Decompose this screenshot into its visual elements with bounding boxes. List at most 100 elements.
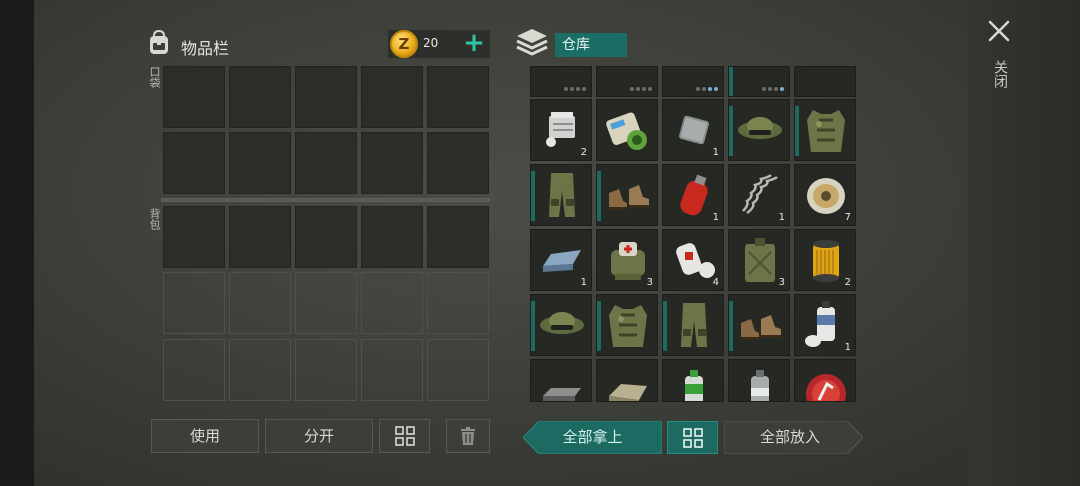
pocket-slot[interactable]: [427, 132, 489, 194]
storage-slot[interactable]: [662, 294, 724, 356]
put-all-button[interactable]: 全部放入: [724, 421, 856, 454]
storage-slot[interactable]: [596, 294, 658, 356]
backpack-slot[interactable]: [427, 206, 489, 268]
trash-button[interactable]: [446, 419, 490, 453]
use-button[interactable]: 使用: [151, 419, 259, 453]
item-quantity: 3: [778, 277, 785, 288]
backpack-slot[interactable]: [229, 272, 291, 334]
equipped-indicator: [729, 301, 733, 351]
pocket-slot[interactable]: [163, 66, 225, 128]
item-quantity: 1: [844, 342, 851, 353]
storage-slot[interactable]: 7: [794, 164, 856, 226]
storage-slot[interactable]: [530, 164, 592, 226]
filter-icon: [813, 240, 839, 282]
storage-slot[interactable]: [794, 66, 856, 97]
storage-slot[interactable]: 2: [530, 99, 592, 161]
item-quantity: 4: [712, 277, 719, 288]
backpack-slot[interactable]: [427, 339, 489, 401]
storage-slot[interactable]: [728, 359, 790, 402]
cloth-icon: [609, 384, 647, 401]
item-quantity: 1: [712, 212, 719, 223]
storage-slot[interactable]: [794, 99, 856, 161]
pocket-slot[interactable]: [361, 66, 423, 128]
sort-storage-button[interactable]: [667, 421, 718, 454]
camo-vest-icon: [807, 110, 845, 152]
storage-title[interactable]: 仓库: [555, 33, 627, 57]
backpack-slot[interactable]: [361, 206, 423, 268]
storage-slot[interactable]: [662, 359, 724, 402]
backpack-slot[interactable]: [229, 206, 291, 268]
inventory-screen: 物品栏 Z 20 + 仓库 关闭 口袋 背包 21117134321 使用 分开: [0, 0, 1080, 486]
durability-dots: [696, 87, 718, 91]
storage-slot[interactable]: 3: [728, 229, 790, 291]
storage-slot[interactable]: 1: [728, 164, 790, 226]
coin-icon: Z: [390, 30, 418, 58]
backpack-icon: [150, 29, 168, 54]
section-divider: [161, 198, 490, 202]
take-all-button[interactable]: 全部拿上: [523, 421, 662, 454]
boots-icon: [609, 185, 649, 210]
backpack-slot[interactable]: [427, 272, 489, 334]
storage-slot[interactable]: [662, 66, 724, 97]
backpack-slot[interactable]: [229, 339, 291, 401]
durability-dots: [762, 87, 784, 91]
gas-canister-icon: [680, 174, 708, 216]
storage-slot[interactable]: [794, 359, 856, 402]
storage-slot[interactable]: [530, 294, 592, 356]
equipped-indicator: [531, 301, 535, 351]
close-icon[interactable]: [986, 18, 1012, 44]
backpack-slot[interactable]: [295, 206, 357, 268]
medkit-bag-icon: [611, 242, 645, 280]
split-button[interactable]: 分开: [265, 419, 373, 453]
wire-spool-icon: [807, 178, 845, 214]
pocket-slot[interactable]: [295, 66, 357, 128]
camo-hat-icon: [738, 117, 782, 139]
equipped-indicator: [795, 106, 799, 156]
pocket-slot[interactable]: [229, 132, 291, 194]
storage-slot[interactable]: 4: [662, 229, 724, 291]
equipped-indicator: [597, 301, 601, 351]
storage-slot[interactable]: [596, 164, 658, 226]
storage-slot[interactable]: 1: [530, 229, 592, 291]
backpack-slot[interactable]: [361, 339, 423, 401]
storage-slot[interactable]: [530, 359, 592, 402]
add-coins-button[interactable]: +: [462, 30, 486, 58]
bandage-icon: [676, 243, 715, 278]
storage-slot[interactable]: [596, 99, 658, 161]
backpack-slot[interactable]: [163, 339, 225, 401]
backpack-slot[interactable]: [361, 272, 423, 334]
item-quantity: 3: [646, 277, 653, 288]
boots-icon: [741, 315, 781, 340]
storage-slot[interactable]: [728, 294, 790, 356]
camo-hat-icon: [540, 312, 584, 334]
sort-grid-icon: [682, 427, 703, 448]
item-quantity: 1: [580, 277, 587, 288]
storage-slot[interactable]: 1: [662, 164, 724, 226]
backpack-slot[interactable]: [163, 272, 225, 334]
backpack-slot[interactable]: [163, 206, 225, 268]
storage-slot[interactable]: 1: [794, 294, 856, 356]
storage-slot[interactable]: 2: [794, 229, 856, 291]
camo-pants-icon: [681, 303, 707, 347]
storage-slot[interactable]: [728, 66, 790, 97]
sort-inventory-button[interactable]: [379, 419, 430, 453]
backpack-slot[interactable]: [295, 339, 357, 401]
storage-slot[interactable]: 3: [596, 229, 658, 291]
durability-dots: [630, 87, 652, 91]
sort-grid-icon: [394, 426, 415, 446]
equipped-indicator: [597, 171, 601, 221]
item-quantity: 7: [844, 212, 851, 223]
pocket-slot[interactable]: [229, 66, 291, 128]
backpack-slot[interactable]: [295, 272, 357, 334]
storage-slot[interactable]: [596, 66, 658, 97]
storage-slot[interactable]: [596, 359, 658, 402]
storage-slot[interactable]: [530, 66, 592, 97]
durability-dots: [564, 87, 586, 91]
storage-slot[interactable]: [728, 99, 790, 161]
close-label[interactable]: 关闭: [990, 60, 1008, 88]
pocket-slot[interactable]: [427, 66, 489, 128]
pocket-slot[interactable]: [295, 132, 357, 194]
pocket-slot[interactable]: [163, 132, 225, 194]
storage-slot[interactable]: 1: [662, 99, 724, 161]
pocket-slot[interactable]: [361, 132, 423, 194]
